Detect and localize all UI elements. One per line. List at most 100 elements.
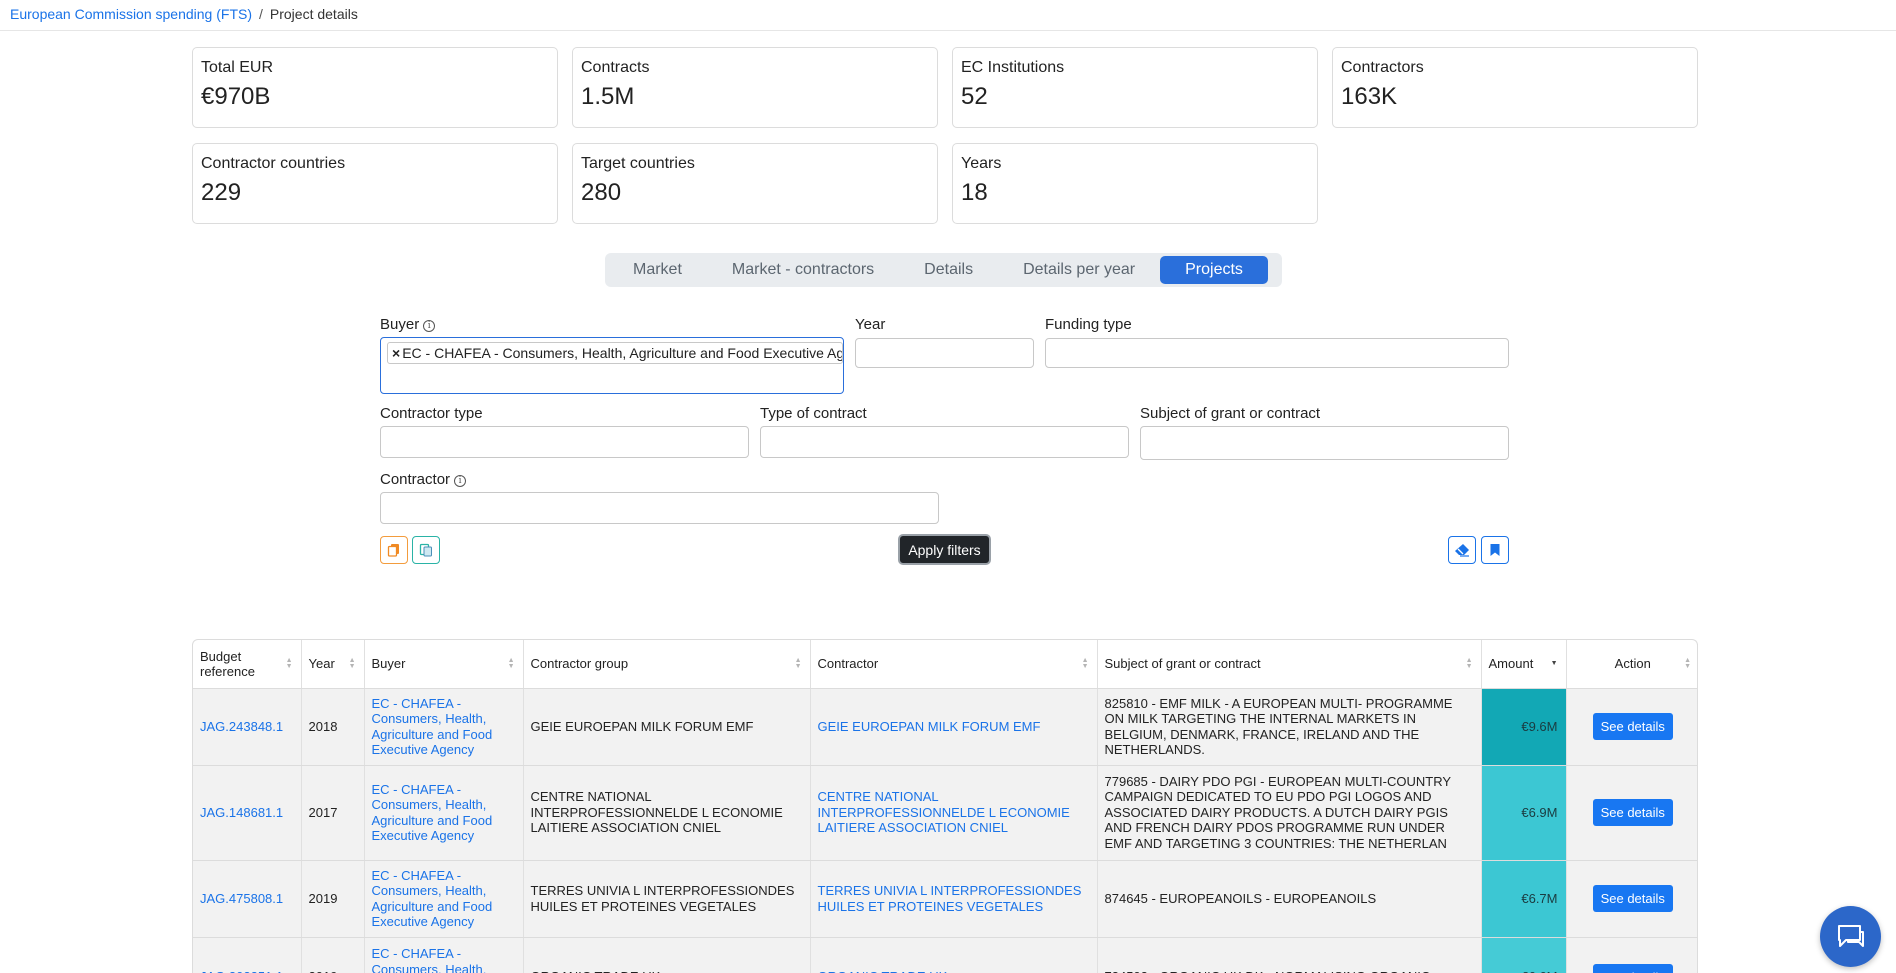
header-label: Action <box>1614 656 1651 672</box>
year-cell: 2018 <box>301 688 365 766</box>
subject-cell: 779685 - DAIRY PDO PGI - EUROPEAN MULTI-… <box>1097 765 1482 861</box>
subject-input[interactable] <box>1140 426 1509 460</box>
breadcrumb-root-link[interactable]: European Commission spending (FTS) <box>10 6 252 22</box>
stat-value: 1.5M <box>581 83 635 110</box>
stat-label: Years <box>961 155 1002 172</box>
column-header-budget-reference[interactable]: Budget reference ▲ ▼ <box>193 640 302 689</box>
type-of-contract-input[interactable] <box>760 426 1129 458</box>
table-row: JAG.475808.1 2019 EC - CHAFEA - Consumers,… <box>193 860 1697 938</box>
year-input[interactable] <box>855 338 1034 368</box>
sort-icon: ▲ ▼ <box>1684 656 1691 670</box>
budget-reference-link[interactable]: JAG.475808.1 <box>200 891 283 906</box>
year-filter-label: Year <box>855 316 886 333</box>
table-header-row: Budget reference ▲ ▼ Year ▲ ▼ Buyer ▲ ▼ Contra… <box>193 640 1697 689</box>
projects-table: Budget reference ▲ ▼ Year ▲ ▼ Buyer ▲ ▼ Contra… <box>192 639 1698 973</box>
header-label: Amount <box>1488 656 1534 672</box>
contractor-cell: GEIE EUROEPAN MILK FORUM EMF <box>810 688 1098 766</box>
stat-value: 18 <box>961 179 988 206</box>
info-icon[interactable]: i <box>454 475 467 487</box>
buyer-multiselect[interactable]: × EC - CHAFEA - Consumers, Health, Agricu… <box>380 337 844 394</box>
paste-button[interactable] <box>412 536 440 564</box>
column-header-buyer[interactable]: Buyer ▲ ▼ <box>364 640 524 689</box>
contractor-group-cell: ORGANIC TRADE UK <box>523 937 811 973</box>
stat-label: Contracts <box>581 59 650 76</box>
info-icon[interactable]: i <box>423 320 436 332</box>
contractor-input[interactable] <box>380 492 939 524</box>
budget-reference-cell: JAG.243848.1 <box>193 688 302 766</box>
paste-icon <box>419 543 432 557</box>
contractor-label-text: Contractor <box>380 471 451 488</box>
contractor-group-cell: GEIE EUROEPAN MILK FORUM EMF <box>523 688 811 766</box>
view-tabs: Market Market - contractors Details Deta… <box>605 253 1282 287</box>
sort-icon: ▲ ▼ <box>1465 656 1473 670</box>
column-header-subject[interactable]: Subject of grant or contract ▲ ▼ <box>1097 640 1482 689</box>
tab-details[interactable]: Details <box>899 256 998 284</box>
stat-card-contractors: Contractors 163K <box>1332 47 1698 128</box>
buyer-link[interactable]: EC - CHAFEA - Consumers, Health, Agricul… <box>372 782 493 844</box>
buyer-link[interactable]: EC - CHAFEA - Consumers, Health, Agricul… <box>372 946 493 973</box>
column-header-year[interactable]: Year ▲ ▼ <box>301 640 365 689</box>
tab-details-per-year[interactable]: Details per year <box>998 256 1160 284</box>
contractor-link[interactable]: CENTRE NATIONAL INTERPROFESSIONNELDE L E… <box>818 789 1070 835</box>
contractor-link[interactable]: TERRES UNIVIA L INTERPROFESSIONDES HUILE… <box>818 883 1082 914</box>
contractor-filter-label: Contractor i <box>380 471 467 488</box>
copy-button[interactable] <box>380 536 408 564</box>
buyer-filter-label: Buyer i <box>380 316 436 333</box>
chat-icon <box>1837 924 1864 947</box>
contractor-cell: TERRES UNIVIA L INTERPROFESSIONDES HUILE… <box>810 860 1098 938</box>
contractor-cell: ORGANIC TRADE UK <box>810 937 1098 973</box>
see-details-button[interactable]: See details <box>1592 963 1673 973</box>
funding-type-input[interactable] <box>1045 338 1509 368</box>
buyer-cell: EC - CHAFEA - Consumers, Health, Agricul… <box>364 937 524 973</box>
action-cell: See details <box>1566 937 1697 973</box>
sort-desc-icon: ▼ <box>1550 659 1558 667</box>
buyer-selected-chip: × EC - CHAFEA - Consumers, Health, Agricu… <box>387 342 843 364</box>
contractor-type-input[interactable] <box>380 426 749 458</box>
amount-cell: €6.6M <box>1481 937 1567 973</box>
action-cell: See details <box>1566 860 1697 938</box>
action-cell: See details <box>1566 688 1697 766</box>
chip-remove-icon[interactable]: × <box>392 345 400 361</box>
budget-reference-link[interactable]: JAG.302251.1 <box>200 969 283 973</box>
subject-filter-label: Subject of grant or contract <box>1140 405 1321 422</box>
contractor-link[interactable]: GEIE EUROEPAN MILK FORUM EMF <box>818 719 1041 734</box>
buyer-cell: EC - CHAFEA - Consumers, Health, Agricul… <box>364 688 524 766</box>
amount-cell: €6.9M <box>1481 765 1567 861</box>
stat-value: 229 <box>201 179 242 206</box>
sort-icon: ▲ ▼ <box>348 656 356 670</box>
budget-reference-link[interactable]: JAG.243848.1 <box>200 719 283 734</box>
bookmark-button[interactable] <box>1481 536 1509 564</box>
tab-market-contractors[interactable]: Market - contractors <box>707 256 899 284</box>
amount-cell: €6.7M <box>1481 860 1567 938</box>
column-header-amount[interactable]: Amount ▼ <box>1481 640 1567 689</box>
chip-label: EC - CHAFEA - Consumers, Health, Agricul… <box>402 345 843 361</box>
apply-filters-button[interactable]: Apply filters <box>898 534 991 565</box>
column-header-action[interactable]: Action ▲ ▼ <box>1566 640 1697 689</box>
chat-button[interactable] <box>1820 906 1881 967</box>
see-details-button[interactable]: See details <box>1592 799 1673 826</box>
buyer-link[interactable]: EC - CHAFEA - Consumers, Health, Agricul… <box>372 696 493 758</box>
header-label: Buyer <box>371 656 406 672</box>
stat-card-target-countries: Target countries 280 <box>572 143 938 224</box>
sort-icon: ▲ ▼ <box>1081 656 1089 670</box>
table-row: JAG.243848.1 2018 EC - CHAFEA - Consumers,… <box>193 688 1697 766</box>
clear-filters-button[interactable] <box>1448 536 1476 564</box>
budget-reference-cell: JAG.475808.1 <box>193 860 302 938</box>
budget-reference-link[interactable]: JAG.148681.1 <box>200 805 283 820</box>
see-details-button[interactable]: See details <box>1592 885 1673 912</box>
copy-icon <box>387 544 399 557</box>
see-details-button[interactable]: See details <box>1592 713 1673 740</box>
table-row: JAG.148681.1 2017 EC - CHAFEA - Consumers,… <box>193 765 1697 861</box>
column-header-contractor[interactable]: Contractor ▲ ▼ <box>810 640 1098 689</box>
sort-icon: ▲ ▼ <box>285 656 293 670</box>
buyer-link[interactable]: EC - CHAFEA - Consumers, Health, Agricul… <box>372 868 493 930</box>
stat-label: Contractors <box>1341 59 1424 76</box>
contractor-link[interactable]: ORGANIC TRADE UK <box>818 969 948 973</box>
stat-value: €970B <box>201 83 271 110</box>
tab-projects[interactable]: Projects <box>1160 256 1268 284</box>
bookmark-icon <box>1490 544 1500 556</box>
budget-reference-cell: JAG.302251.1 <box>193 937 302 973</box>
funding-type-filter-label: Funding type <box>1045 316 1132 333</box>
tab-market[interactable]: Market <box>608 256 707 284</box>
column-header-contractor-group[interactable]: Contractor group ▲ ▼ <box>523 640 811 689</box>
